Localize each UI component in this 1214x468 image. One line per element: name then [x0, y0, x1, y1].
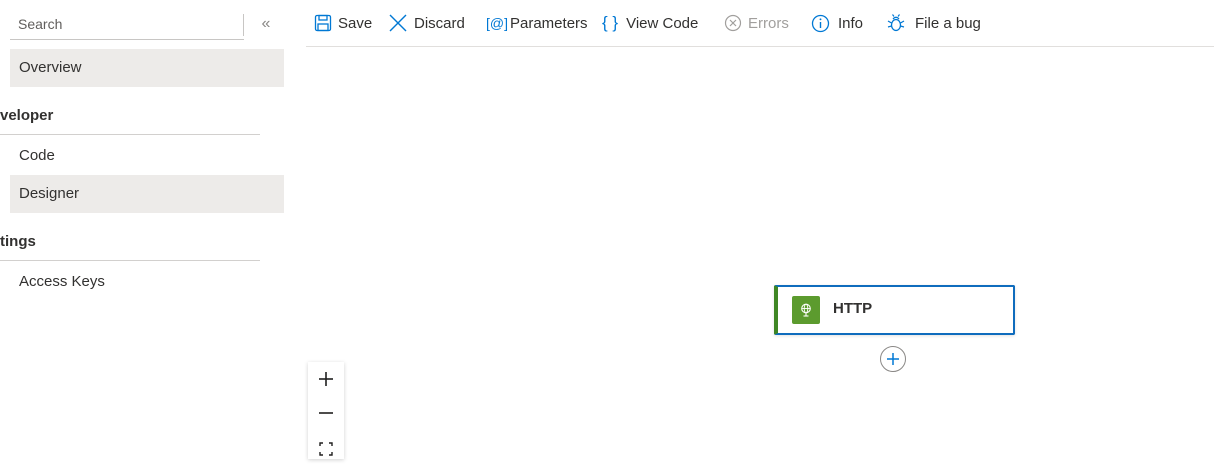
discard-button[interactable]: Discard [388, 11, 465, 35]
search-input[interactable] [10, 11, 260, 37]
close-icon [388, 13, 408, 33]
save-button[interactable]: Save [314, 11, 372, 35]
info-label: Info [838, 14, 864, 32]
search-divider [243, 14, 244, 36]
errors-button[interactable]: Errors [724, 11, 789, 35]
plus-circle-icon [887, 353, 899, 365]
collapse-sidebar-icon[interactable]: « [256, 14, 276, 34]
section-header-developer: veloper [0, 97, 260, 135]
designer-canvas[interactable] [284, 47, 1214, 459]
file-a-bug-label: File a bug [915, 14, 981, 32]
sidebar: « Overview veloper Code Designer tings A… [0, 0, 284, 459]
discard-label: Discard [414, 14, 465, 32]
zoom-controls [308, 362, 344, 459]
info-icon [811, 14, 830, 33]
bug-icon [886, 13, 906, 33]
sidebar-item-overview[interactable]: Overview [10, 49, 284, 87]
zoom-out-button[interactable] [308, 398, 344, 432]
view-code-label: View Code [626, 14, 699, 32]
node-title: HTTP [833, 300, 873, 317]
sidebar-item-label: Access Keys [19, 273, 105, 290]
errors-label: Errors [748, 14, 789, 32]
sidebar-item-label: Designer [19, 185, 80, 202]
info-button[interactable]: Info [811, 11, 863, 35]
zoom-in-button[interactable] [308, 364, 344, 398]
zoom-in-icon [318, 371, 334, 392]
search-box[interactable] [10, 11, 260, 40]
fit-view-icon [319, 441, 333, 461]
sidebar-item-designer[interactable]: Designer [10, 175, 284, 213]
sidebar-item-code[interactable]: Code [10, 137, 284, 175]
error-circle-icon [724, 14, 742, 32]
sidebar-item-access-keys[interactable]: Access Keys [10, 263, 284, 301]
parameters-icon: [@] [486, 15, 508, 31]
code-braces-icon: { } [602, 13, 619, 32]
http-globe-icon [792, 296, 820, 324]
file-a-bug-button[interactable]: File a bug [886, 11, 981, 35]
fit-view-button[interactable] [308, 434, 344, 468]
add-step-button[interactable] [880, 346, 906, 372]
zoom-out-icon [318, 405, 334, 426]
workflow-node-http[interactable]: HTTP [774, 285, 1015, 335]
view-code-button[interactable]: { } View Code [602, 11, 698, 35]
sidebar-item-label: Code [19, 147, 55, 164]
sidebar-item-label: Overview [19, 59, 82, 76]
save-label: Save [338, 14, 373, 32]
parameters-button[interactable]: [@] Parameters [486, 11, 588, 35]
save-icon [314, 14, 332, 32]
designer-toolbar: Save Discard [@] Parameters { } View Cod… [306, 0, 1214, 47]
section-header-settings: tings [0, 223, 260, 261]
parameters-label: Parameters [510, 14, 588, 32]
